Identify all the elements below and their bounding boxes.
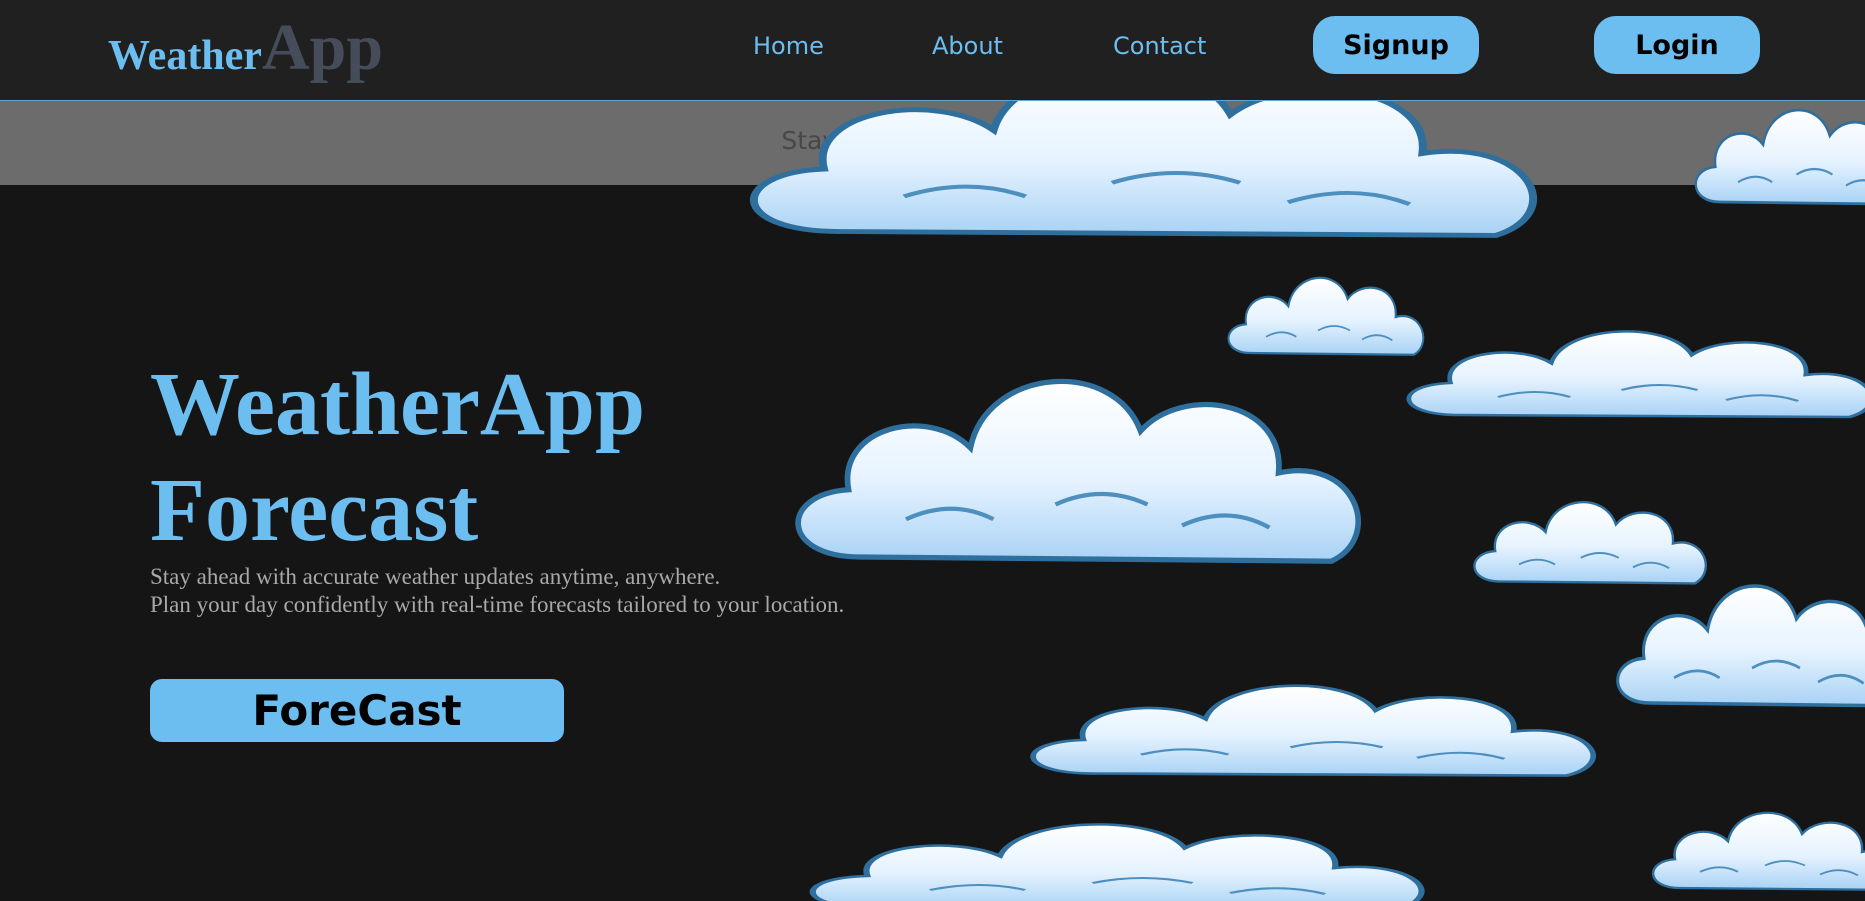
hero-title-line-2: Forecast (150, 461, 479, 560)
hero-title-line-1: WeatherApp (150, 355, 645, 454)
logo-text-app: App (261, 11, 384, 84)
cloud-3 (1227, 276, 1425, 356)
cloud-8 (1033, 686, 1593, 776)
hero-subtitle-line-2: Plan your day confidently with real-time… (150, 592, 845, 617)
nav-link-contact[interactable]: Contact (1113, 32, 1206, 60)
banner-text: Stay Connected With Us (781, 126, 1084, 155)
cloud-9 (813, 824, 1422, 901)
hero-title: WeatherApp Forecast (150, 352, 645, 564)
forecast-button[interactable]: ForeCast (150, 679, 564, 742)
nav-link-home[interactable]: Home (753, 32, 824, 60)
hero-subtitle: Stay ahead with accurate weather updates… (150, 563, 844, 619)
cloud-7 (1615, 584, 1865, 708)
site-logo[interactable]: Weather App (108, 10, 383, 90)
logo-text-weather: Weather (108, 33, 262, 79)
nav-link-about[interactable]: About (932, 32, 1003, 60)
cloud-10 (1651, 811, 1865, 892)
cloud-5 (798, 381, 1358, 561)
top-navbar: Weather App Home About Contact Signup Lo… (0, 0, 1865, 101)
stay-connected-banner: Stay Connected With Us (0, 101, 1865, 185)
signup-button[interactable]: Signup (1313, 16, 1479, 74)
cloud-6 (1473, 500, 1707, 585)
login-button[interactable]: Login (1594, 16, 1760, 74)
cloud-4 (1409, 331, 1865, 417)
hero-subtitle-line-1: Stay ahead with accurate weather updates… (150, 564, 721, 589)
